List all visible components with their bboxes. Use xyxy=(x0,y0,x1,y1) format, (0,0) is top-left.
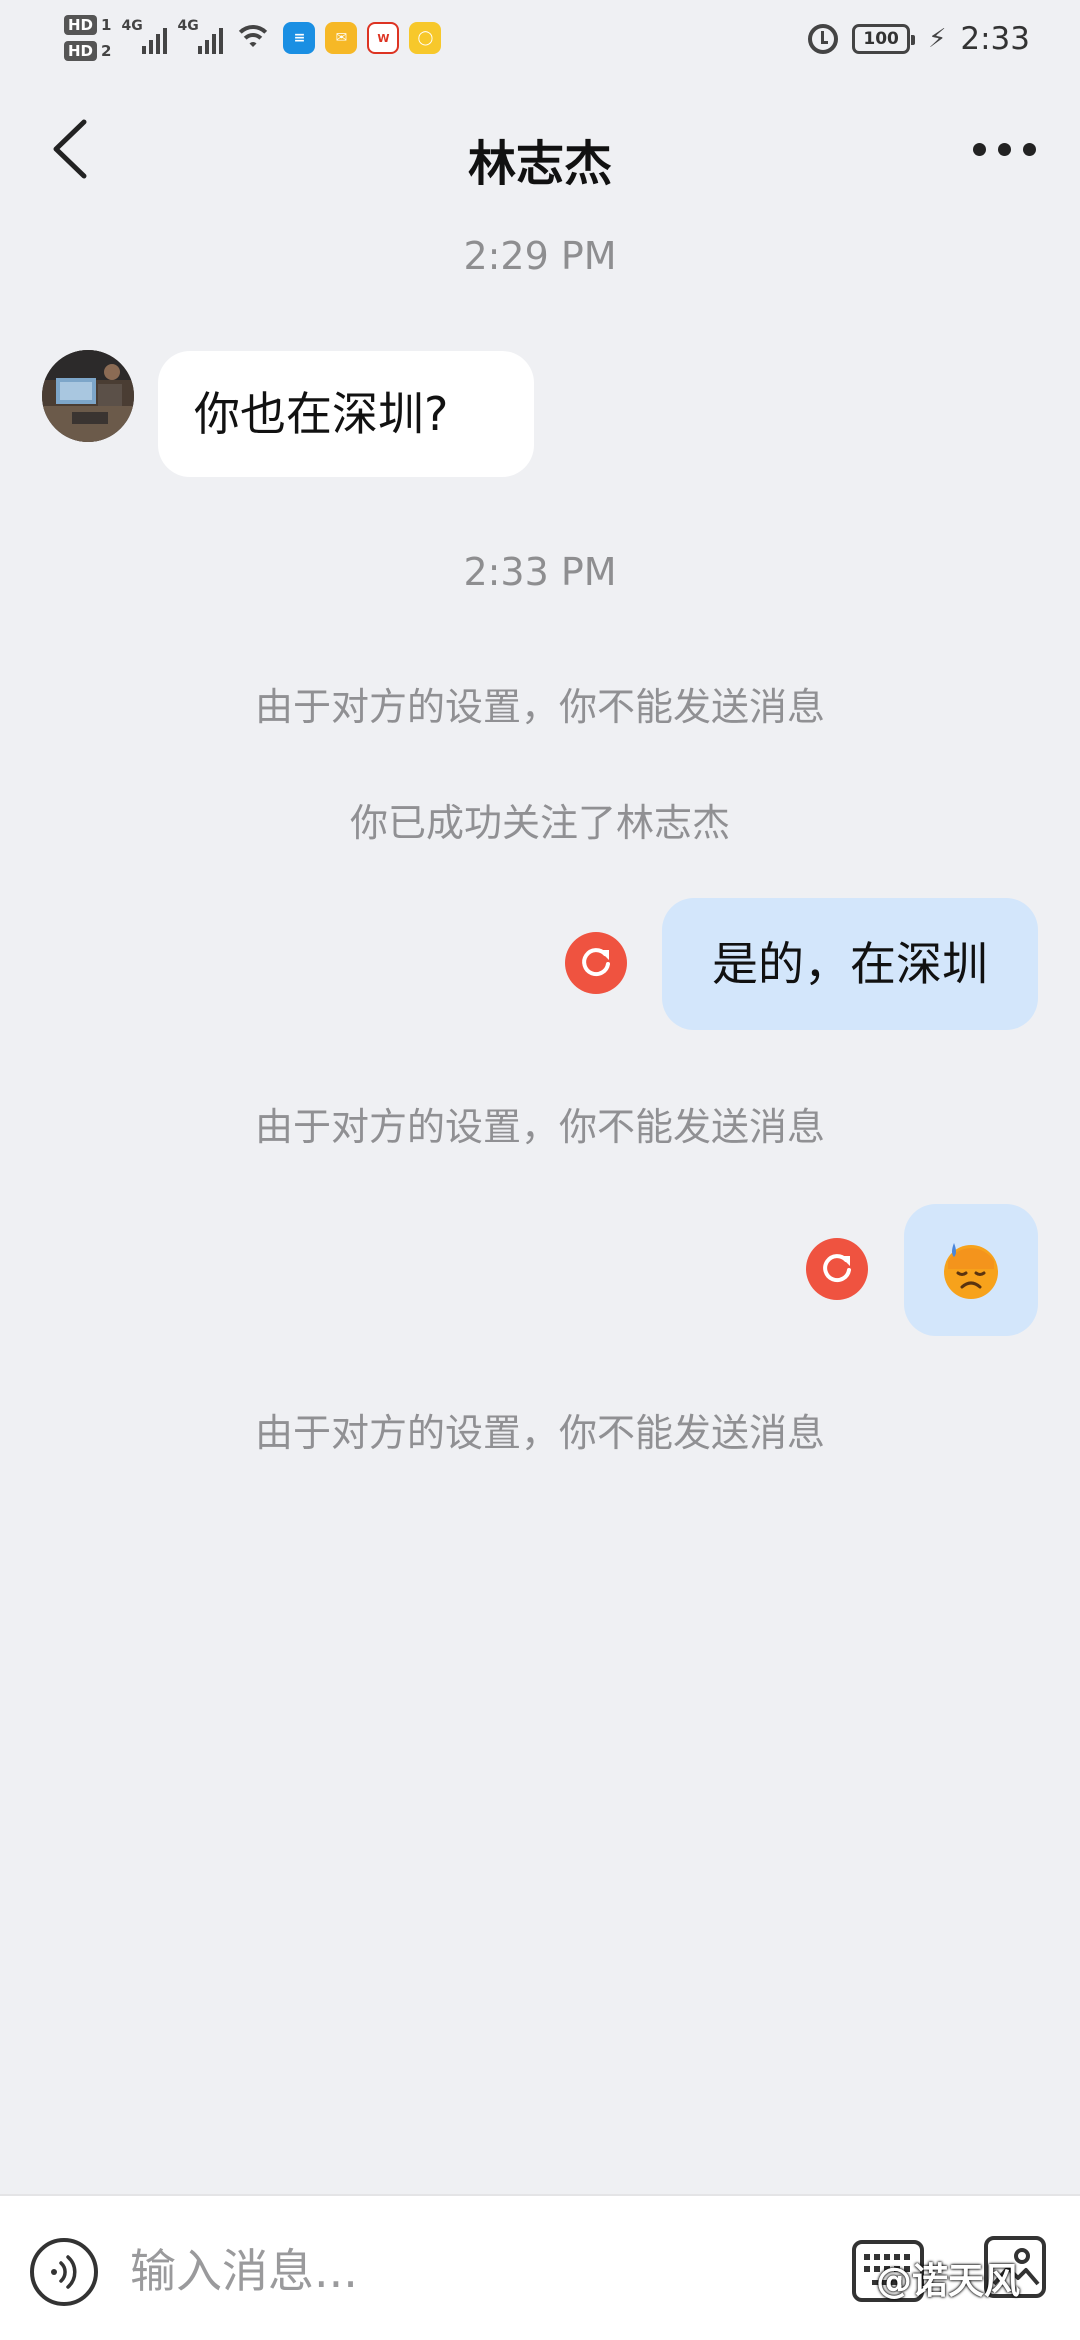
signal-icon: 4G xyxy=(177,18,224,58)
charging-icon: ⚡ xyxy=(928,24,947,54)
sim1-indicator: HD 1 xyxy=(64,15,111,35)
system-notice: 由于对方的设置，你不能发送消息 xyxy=(254,685,825,729)
message-input-bar: @诺天风 xyxy=(0,2194,1080,2340)
mail-icon: ✉ xyxy=(325,22,358,54)
status-right: 100 ⚡ 2:33 xyxy=(808,14,1030,64)
status-left: HD 1 HD 2 4G 4G ≡ ✉ W ◯ xyxy=(64,8,442,68)
status-bar: HD 1 HD 2 4G 4G ≡ ✉ W ◯ 100 ⚡ 2:33 xyxy=(0,0,1080,80)
system-notice: 由于对方的设置，你不能发送消息 xyxy=(254,1105,825,1149)
weibo-icon: W xyxy=(367,22,400,54)
refresh-icon xyxy=(823,1254,851,1283)
hd-badge: HD xyxy=(64,41,98,61)
battery-level: 100 xyxy=(863,29,899,49)
sim2-indicator: HD 2 xyxy=(64,41,111,61)
battery-icon: 100 xyxy=(852,24,916,54)
resend-button[interactable] xyxy=(565,932,627,994)
avatar[interactable] xyxy=(42,350,134,442)
voice-input-button[interactable] xyxy=(30,2238,98,2306)
yellow-app-icon: ◯ xyxy=(409,22,442,54)
chat-app-icon: ≡ xyxy=(283,22,316,54)
outgoing-message-bubble[interactable]: 是的，在深圳 xyxy=(662,898,1038,1030)
voice-wave-icon xyxy=(51,2255,77,2289)
sim-indicators: HD 1 HD 2 xyxy=(64,15,111,61)
network-label: 4G xyxy=(121,18,143,34)
message-timestamp: 2:29 PM xyxy=(463,234,617,278)
follow-notice: 你已成功关注了林志杰 xyxy=(349,801,730,845)
signal-icon: 4G xyxy=(121,18,168,58)
more-options-button[interactable] xyxy=(964,124,1044,174)
wifi-icon xyxy=(233,21,274,55)
chat-header: 林志杰 xyxy=(0,100,1080,200)
more-dot-icon xyxy=(997,142,1011,156)
avatar-photo xyxy=(42,350,134,442)
disappointed-sweat-emoji-icon xyxy=(940,1239,1002,1301)
watermark: @诺天风 xyxy=(876,2261,1021,2302)
system-notice: 由于对方的设置，你不能发送消息 xyxy=(254,1411,825,1455)
message-input[interactable] xyxy=(130,2226,830,2316)
outgoing-emoji-bubble[interactable] xyxy=(904,1204,1038,1336)
refresh-icon xyxy=(582,948,610,977)
message-text: 你也在深圳? xyxy=(194,387,449,441)
message-timestamp: 2:33 PM xyxy=(463,550,617,594)
incoming-message-bubble[interactable]: 你也在深圳? xyxy=(158,351,534,477)
sim1-number: 1 xyxy=(101,16,112,34)
status-time: 2:33 xyxy=(960,21,1030,57)
resend-button[interactable] xyxy=(806,1238,868,1300)
message-text: 是的，在深圳 xyxy=(712,937,988,991)
more-dot-icon xyxy=(972,142,986,156)
alarm-icon xyxy=(808,24,839,54)
hd-badge: HD xyxy=(64,15,98,35)
page-title: 林志杰 xyxy=(467,136,612,192)
sim2-number: 2 xyxy=(101,42,112,60)
network-label: 4G xyxy=(177,18,199,34)
more-dot-icon xyxy=(1022,142,1036,156)
